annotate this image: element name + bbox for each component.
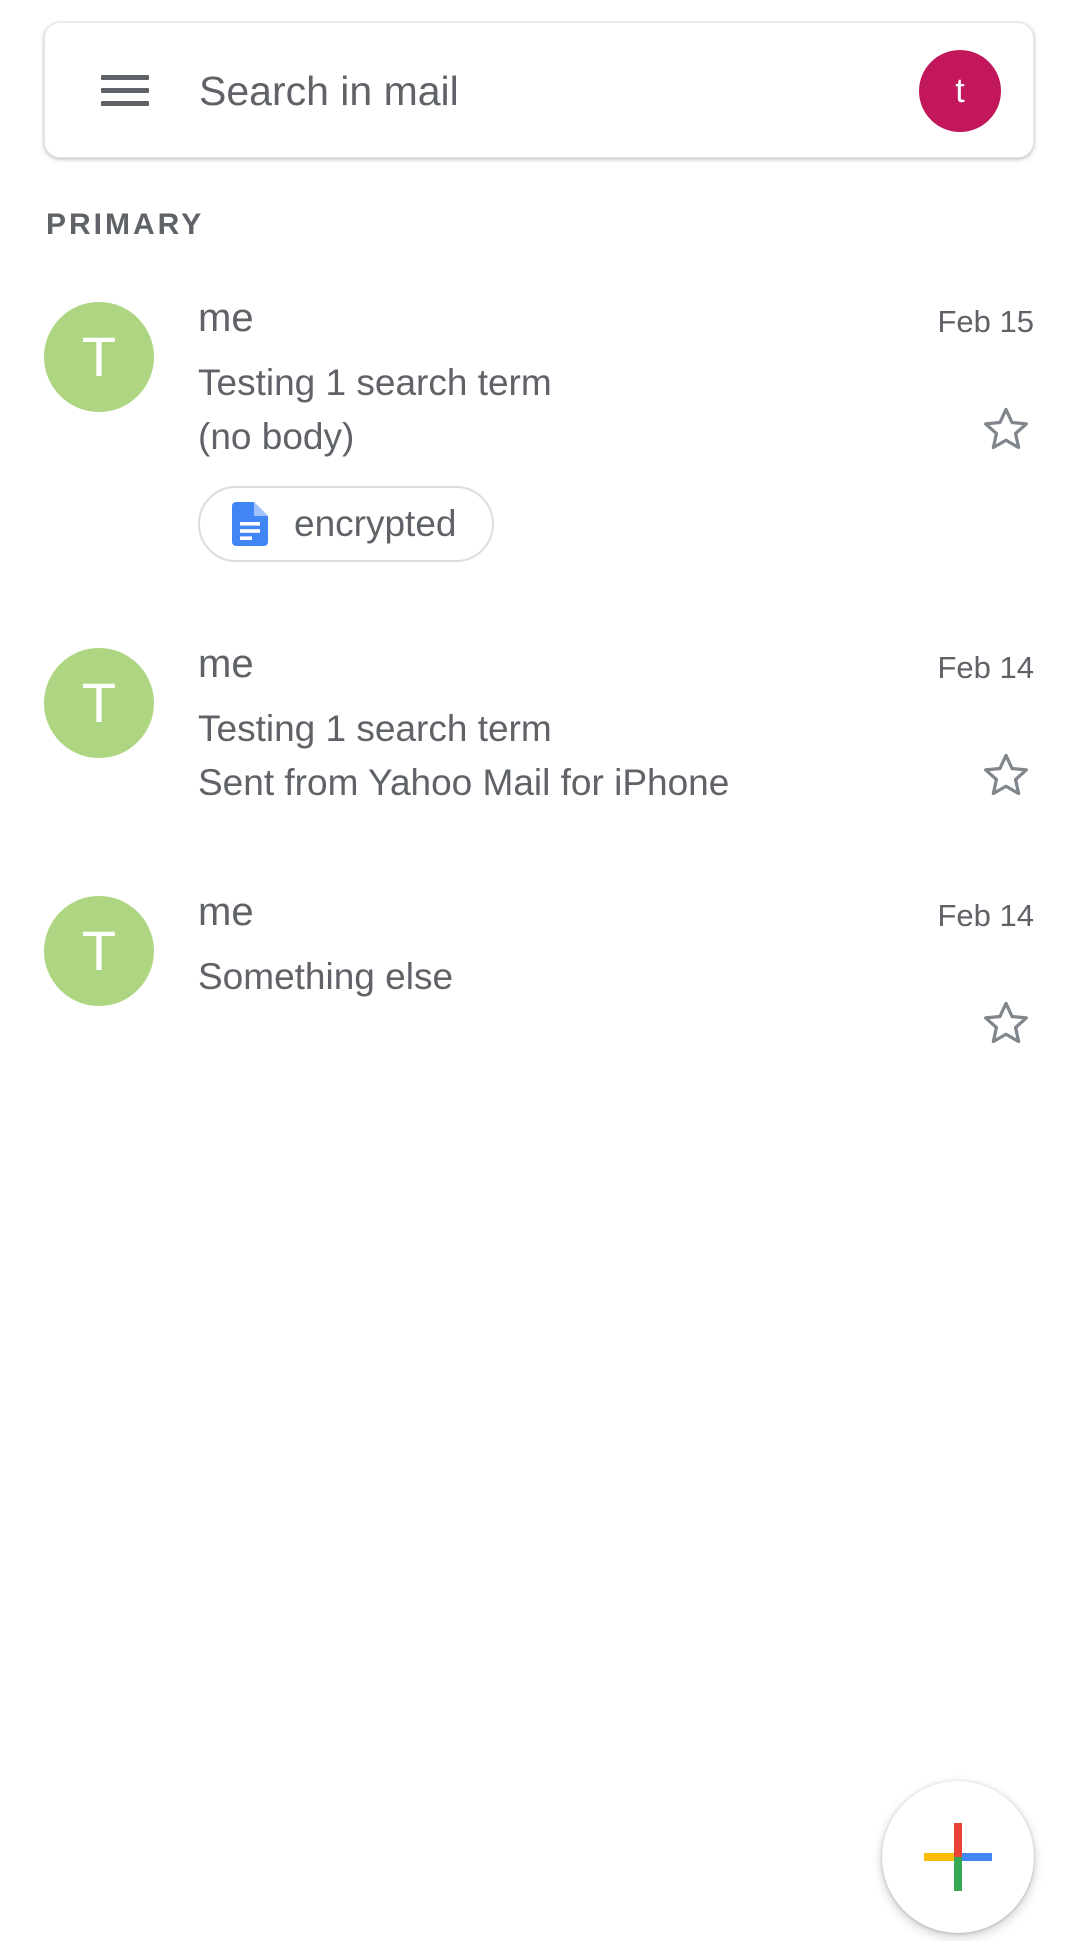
- hamburger-menu-icon[interactable]: [97, 69, 153, 113]
- mail-snippet: (no body): [198, 416, 355, 457]
- search-bar[interactable]: Search in mail t: [44, 22, 1034, 158]
- mail-subject: Testing 1 search term: [198, 362, 552, 403]
- attachment-chip[interactable]: encrypted: [198, 486, 494, 562]
- account-avatar[interactable]: t: [919, 50, 1001, 132]
- sender-avatar: T: [44, 648, 154, 758]
- section-label-primary: PRIMARY: [46, 208, 205, 241]
- mail-list-item[interactable]: T me Feb 14 Testing 1 search term Sent f…: [0, 642, 1080, 848]
- mail-subject: Something else: [198, 956, 454, 997]
- sender-avatar: T: [44, 896, 154, 1006]
- mail-list-item[interactable]: T me Feb 14 Something else: [0, 890, 1080, 1096]
- document-icon: [232, 502, 268, 546]
- star-icon[interactable]: [978, 996, 1034, 1052]
- sender-avatar: T: [44, 302, 154, 412]
- star-icon[interactable]: [978, 748, 1034, 804]
- mail-subject: Testing 1 search term: [198, 708, 552, 749]
- star-icon[interactable]: [978, 402, 1034, 458]
- mail-date: Feb 14: [937, 898, 1034, 933]
- gmail-app: Search in mail t PRIMARY T me Feb 15 Tes…: [0, 0, 1080, 1941]
- mail-date: Feb 14: [937, 650, 1034, 685]
- compose-button[interactable]: [882, 1781, 1034, 1933]
- compose-plus-icon: [924, 1823, 992, 1891]
- search-input[interactable]: Search in mail: [199, 23, 459, 159]
- mail-date: Feb 15: [937, 304, 1034, 339]
- mail-sender: me: [198, 642, 254, 686]
- mail-snippet: Sent from Yahoo Mail for iPhone: [198, 762, 730, 803]
- mail-sender: me: [198, 296, 254, 340]
- mail-sender: me: [198, 890, 254, 934]
- attachment-label: encrypted: [294, 503, 457, 544]
- mail-list-item[interactable]: T me Feb 15 Testing 1 search term (no bo…: [0, 296, 1080, 602]
